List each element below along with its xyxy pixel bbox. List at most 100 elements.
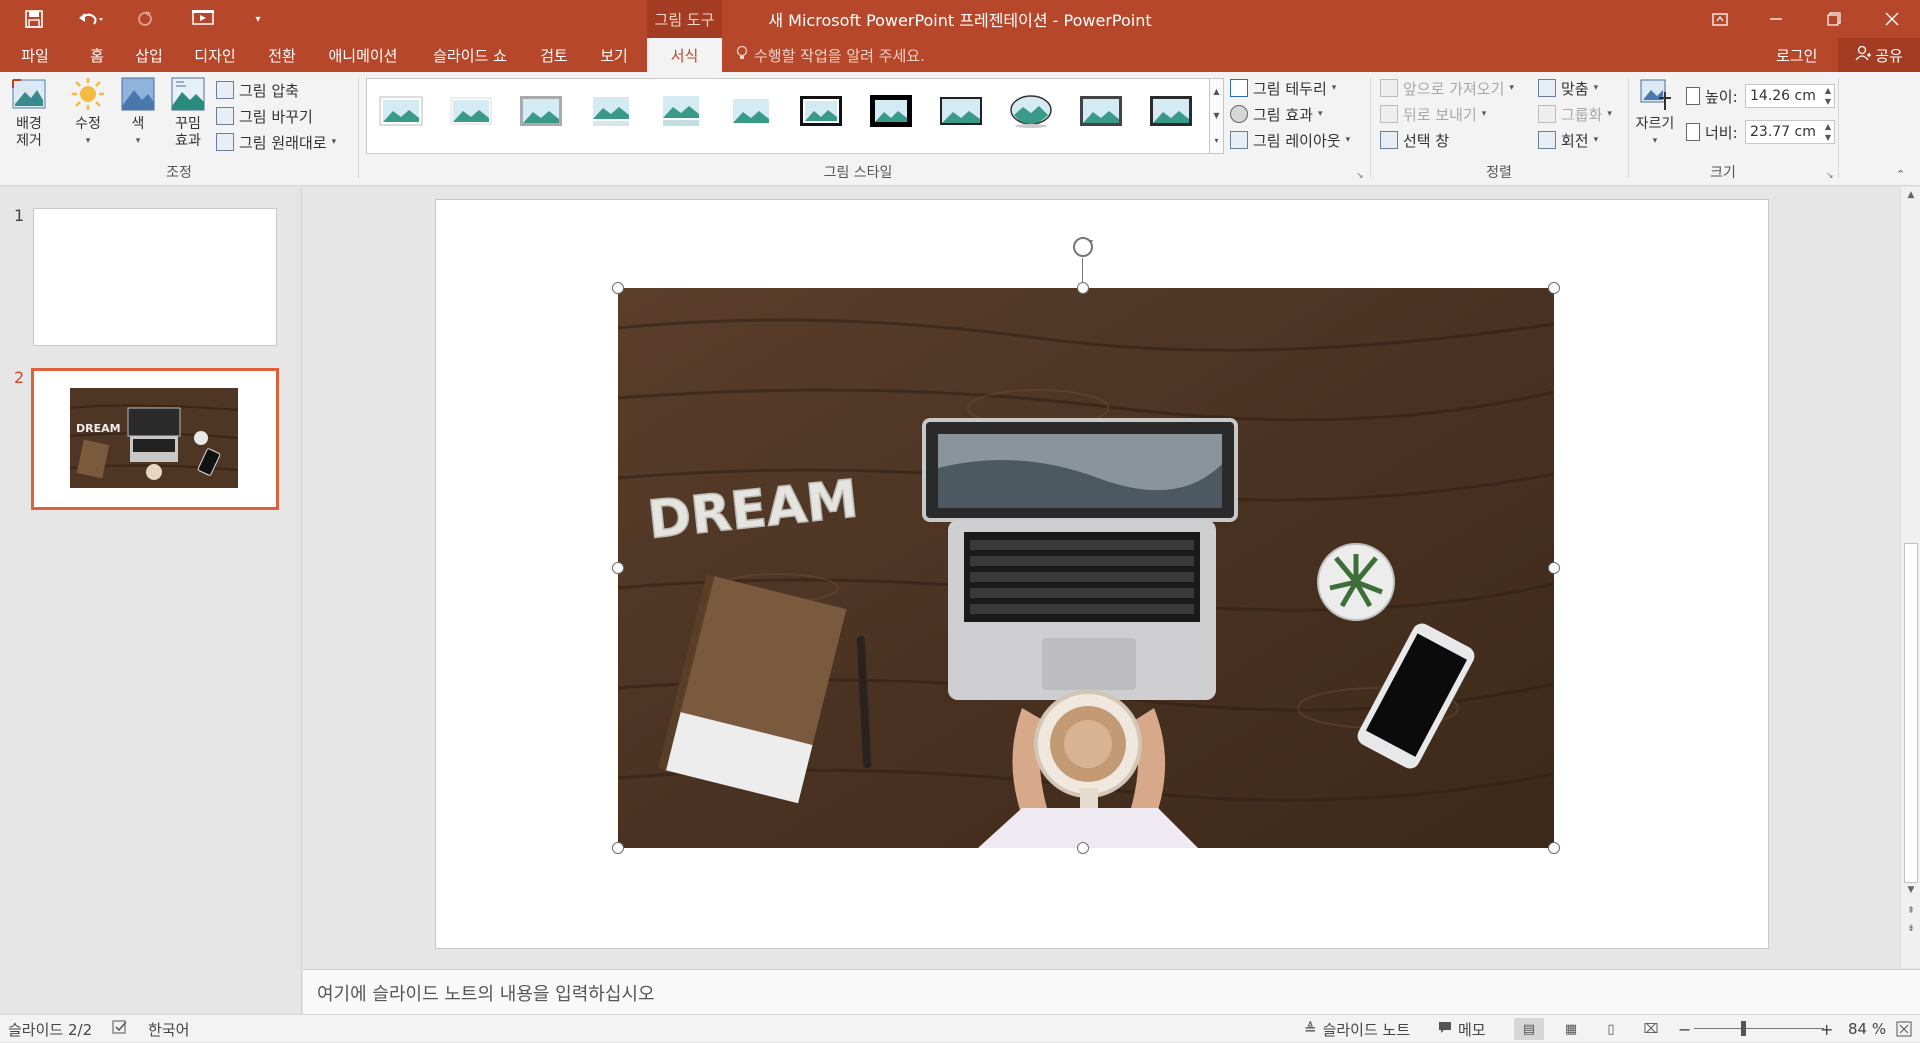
corrections-button[interactable]: 수정 ▾ (66, 76, 110, 150)
language-status[interactable]: 한국어 (148, 1015, 189, 1043)
notes-toggle[interactable]: ≜ 슬라이드 노트 (1304, 1015, 1410, 1043)
notes-icon: ≜ (1304, 1020, 1317, 1038)
tab-home[interactable]: 홈 (78, 38, 116, 72)
picture-style-black-frame[interactable] (799, 93, 843, 129)
slide-canvas[interactable]: DREAM (435, 199, 1769, 949)
resize-handle-top[interactable] (1077, 282, 1089, 294)
remove-background-button[interactable]: 배경 제거 (8, 76, 50, 150)
height-input[interactable]: 14.26 cm ▲ ▼ (1745, 84, 1835, 108)
slideshow-view-icon[interactable]: ⌧ (1636, 1018, 1666, 1040)
picture-layout-button[interactable]: 그림 레이아웃 ▾ (1230, 128, 1350, 152)
spelling-status[interactable] (112, 1015, 128, 1043)
picture-border-button[interactable]: 그림 테두리 ▾ (1230, 76, 1336, 100)
size-dialog-launcher-icon[interactable]: ↘ (1826, 164, 1834, 188)
picture-style-plain[interactable] (729, 93, 773, 129)
notes-pane[interactable]: 여기에 슬라이드 노트의 내용을 입력하십시오 (303, 969, 1920, 1014)
crop-button[interactable]: 자르기 ▾ (1630, 76, 1680, 150)
tab-design[interactable]: 디자인 (186, 38, 244, 72)
undo-icon[interactable] (70, 0, 112, 38)
change-picture-button[interactable]: 그림 바꾸기 (216, 104, 313, 128)
resize-handle-left[interactable] (612, 562, 624, 574)
resize-handle-top-left[interactable] (612, 282, 624, 294)
width-input[interactable]: 23.77 cm ▲ ▼ (1745, 120, 1835, 144)
start-from-beginning-icon[interactable] (188, 0, 218, 38)
tab-format[interactable]: 서식 (647, 38, 722, 72)
tab-review[interactable]: 검토 (530, 38, 578, 72)
restore-icon[interactable] (1806, 0, 1862, 38)
width-spinner[interactable]: ▲ ▼ (1825, 121, 1831, 143)
gallery-down-icon[interactable]: ▼ (1213, 111, 1219, 120)
close-icon[interactable] (1864, 0, 1920, 38)
picture-style-bevel[interactable] (1149, 93, 1193, 129)
next-slide-icon[interactable]: ⇟ (1901, 921, 1920, 937)
tab-transitions[interactable]: 전환 (258, 38, 306, 72)
height-spinner[interactable]: ▲ ▼ (1825, 85, 1831, 107)
picture-style-thin-frame[interactable] (939, 93, 983, 129)
tab-insert[interactable]: 삽입 (126, 38, 172, 72)
picture-style-thick-black[interactable] (869, 93, 913, 129)
vertical-scrollbar[interactable]: ▲ ▼ ⇞ ⇟ (1900, 187, 1920, 968)
resize-handle-top-right[interactable] (1548, 282, 1560, 294)
scroll-up-icon[interactable]: ▲ (1901, 187, 1920, 203)
picture-style-metal-frame[interactable] (1079, 93, 1123, 129)
zoom-level[interactable]: 84 % (1848, 1015, 1886, 1043)
collapse-ribbon-icon[interactable]: ⌃ (1896, 162, 1905, 186)
artistic-effects-button[interactable]: 꾸밈 효과 (166, 76, 210, 150)
picture-style-soft-edge[interactable] (449, 93, 493, 129)
reading-view-icon[interactable]: ▯ (1596, 1018, 1626, 1040)
normal-view-icon[interactable]: ▤ (1514, 1018, 1544, 1040)
picture-style-oval[interactable] (1009, 93, 1053, 129)
slide-thumbnail-1[interactable] (33, 208, 277, 346)
share-button[interactable]: 공유 (1838, 38, 1920, 72)
save-icon[interactable] (16, 0, 52, 38)
slide-sorter-view-icon[interactable]: ▦ (1556, 1018, 1586, 1040)
redo-icon[interactable] (130, 0, 160, 38)
picture-style-simple-frame[interactable] (379, 93, 423, 129)
resize-handle-bottom-left[interactable] (612, 842, 624, 854)
zoom-in-icon[interactable]: + (1820, 1015, 1833, 1043)
customize-quick-access-icon[interactable]: ▾ (248, 0, 268, 38)
send-backward-button[interactable]: 뒤로 보내기 ▾ (1380, 102, 1486, 126)
gallery-more-icon[interactable]: ▾ (1214, 136, 1218, 145)
reset-picture-button[interactable]: 그림 원래대로 ▾ (216, 130, 336, 154)
zoom-slider-thumb[interactable] (1741, 1021, 1746, 1036)
gallery-scroll[interactable]: ▲ ▼ ▾ (1210, 78, 1224, 154)
tell-me-search[interactable]: 수행할 작업을 알려 주세요. (736, 38, 925, 72)
comments-toggle[interactable]: 메모 (1438, 1015, 1486, 1043)
tab-file[interactable]: 파일 (8, 38, 62, 72)
rotate-handle-icon[interactable] (1068, 232, 1098, 262)
scrollbar-thumb[interactable] (1904, 543, 1918, 883)
selected-picture[interactable]: DREAM (618, 288, 1554, 848)
color-button[interactable]: 색 ▾ (118, 76, 158, 150)
picture-styles-gallery[interactable] (366, 78, 1210, 154)
picture-style-reflected[interactable] (589, 93, 633, 129)
selection-pane-button[interactable]: 선택 창 (1380, 128, 1449, 152)
slide-thumbnail-2[interactable]: DREAM (31, 368, 279, 510)
resize-handle-bottom-right[interactable] (1548, 842, 1560, 854)
group-objects-button[interactable]: 그룹화 ▾ (1538, 102, 1612, 126)
picture-style-reflected-soft[interactable] (659, 93, 703, 129)
resize-handle-bottom[interactable] (1077, 842, 1089, 854)
picture-effects-button[interactable]: 그림 효과 ▾ (1230, 102, 1323, 126)
tab-view[interactable]: 보기 (590, 38, 638, 72)
picture-style-shadow[interactable] (519, 93, 563, 129)
resize-handle-right[interactable] (1548, 562, 1560, 574)
scroll-down-icon[interactable]: ▼ (1901, 882, 1920, 898)
previous-slide-icon[interactable]: ⇞ (1901, 903, 1920, 919)
minimize-icon[interactable] (1748, 0, 1804, 38)
bring-forward-button[interactable]: 앞으로 가져오기 ▾ (1380, 76, 1514, 100)
chevron-down-icon: ▾ (1481, 109, 1487, 119)
rotate-button[interactable]: 회전 ▾ (1538, 128, 1598, 152)
ribbon-display-options-icon[interactable] (1692, 0, 1748, 38)
gallery-up-icon[interactable]: ▲ (1213, 87, 1219, 96)
dialog-launcher-icon[interactable]: ↘ (1356, 164, 1364, 188)
align-button[interactable]: 맞춤 ▾ (1538, 76, 1598, 100)
zoom-slider[interactable] (1694, 1028, 1824, 1029)
chevron-down-icon: ▾ (135, 136, 141, 146)
tab-slideshow[interactable]: 슬라이드 쇼 (422, 38, 518, 72)
tab-animations[interactable]: 애니메이션 (318, 38, 408, 72)
compress-pictures-button[interactable]: 그림 압축 (216, 78, 299, 102)
login-link[interactable]: 로그인 (1776, 38, 1817, 72)
zoom-out-icon[interactable]: − (1678, 1015, 1691, 1043)
fit-to-window-icon[interactable] (1896, 1015, 1912, 1043)
